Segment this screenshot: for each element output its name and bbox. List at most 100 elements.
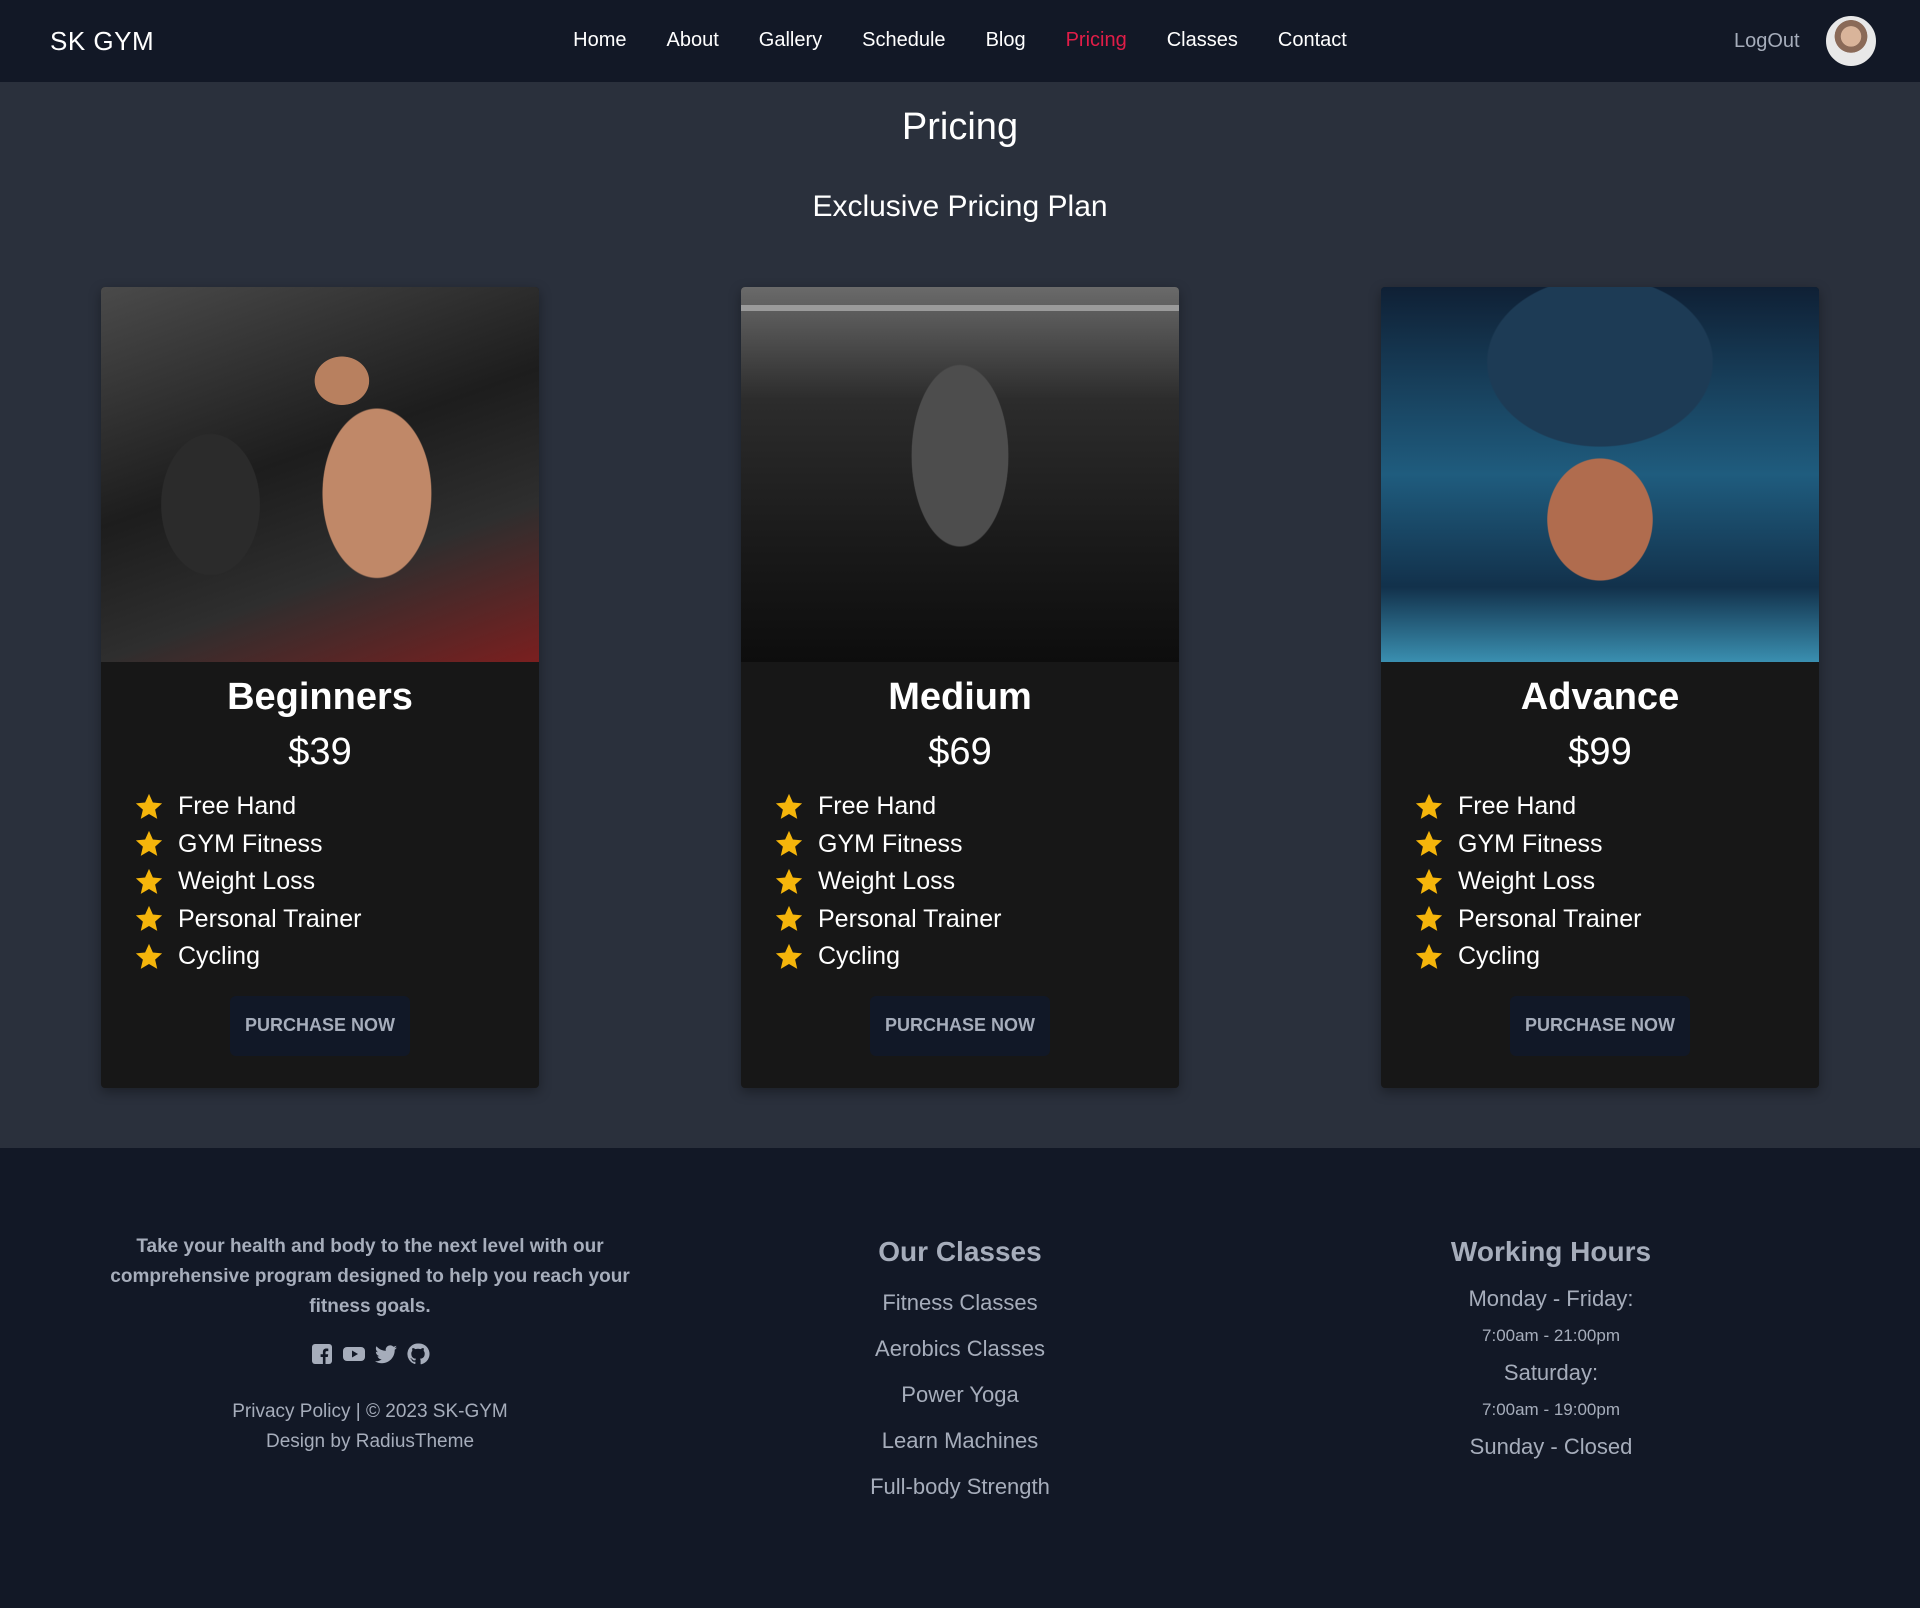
feature-list: Free Hand GYM Fitness Weight Loss Person…: [774, 788, 1179, 976]
feature-item: Cycling: [774, 938, 1179, 976]
feature-item: GYM Fitness: [134, 826, 539, 864]
nav-link-gallery[interactable]: Gallery: [759, 29, 822, 52]
feature-label: Weight Loss: [1458, 867, 1596, 896]
footer-working-hours: Working Hours Monday - Friday: 7:00am - …: [1351, 1236, 1751, 1466]
feature-item: Cycling: [134, 938, 539, 976]
feature-label: Personal Trainer: [1458, 904, 1642, 933]
feature-item: Weight Loss: [1414, 863, 1819, 901]
footer-classes: Our Classes Fitness Classes Aerobics Cla…: [760, 1236, 1160, 1510]
feature-item: Free Hand: [134, 788, 539, 826]
nav-link-blog[interactable]: Blog: [986, 29, 1026, 52]
design-credit: Design by RadiusTheme: [265, 1431, 475, 1452]
footer: Take your health and body to the next le…: [0, 1148, 1920, 1608]
feature-label: Cycling: [178, 942, 260, 971]
feature-label: GYM Fitness: [178, 829, 323, 858]
logout-button[interactable]: LogOut: [1734, 30, 1800, 53]
purchase-now-button[interactable]: PURCHASE NOW: [1510, 995, 1690, 1056]
star-icon: [775, 793, 803, 819]
feature-label: Cycling: [1458, 942, 1540, 971]
copyright-text[interactable]: Privacy Policy | © 2023 SK-GYM: [100, 1397, 640, 1427]
feature-label: Cycling: [818, 942, 900, 971]
feature-label: Free Hand: [1458, 792, 1577, 821]
star-icon: [1415, 906, 1443, 932]
saturday-time: 7:00am - 19:00pm: [1482, 1400, 1620, 1419]
plan-name: Advance: [1520, 676, 1680, 718]
star-icon: [775, 868, 803, 894]
feature-label: Weight Loss: [818, 867, 956, 896]
page-subtitle: Exclusive Pricing Plan: [812, 190, 1108, 223]
footer-about-text: Take your health and body to the next le…: [110, 1236, 630, 1317]
page-title: Pricing: [901, 106, 1019, 148]
feature-label: GYM Fitness: [818, 829, 963, 858]
star-icon: [1415, 943, 1443, 969]
feature-label: Free Hand: [178, 792, 297, 821]
feature-item: Cycling: [1414, 938, 1819, 976]
plan-price: $69: [928, 731, 992, 773]
feature-item: Personal Trainer: [1414, 901, 1819, 939]
feature-item: GYM Fitness: [774, 826, 1179, 864]
feature-label: Free Hand: [818, 792, 937, 821]
classes-heading: Our Classes: [878, 1236, 1042, 1267]
saturday-label: Saturday:: [1503, 1360, 1599, 1385]
footer-legal: Privacy Policy | © 2023 SK-GYM Design by…: [100, 1397, 640, 1457]
nav-link-contact[interactable]: Contact: [1278, 29, 1347, 52]
nav-link-about[interactable]: About: [667, 29, 719, 52]
nav-link-pricing[interactable]: Pricing: [1066, 29, 1127, 52]
feature-list: Free Hand GYM Fitness Weight Loss Person…: [134, 788, 539, 976]
weekday-label: Monday - Friday:: [1468, 1286, 1634, 1311]
star-icon: [1415, 793, 1443, 819]
github-icon[interactable]: [406, 1342, 430, 1366]
plan-price: $39: [288, 731, 352, 773]
pricing-card-medium: Medium $69 Free Hand GYM Fitness Weight …: [741, 287, 1179, 1088]
pricing-card-advance: Advance $99 Free Hand GYM Fitness Weight…: [1381, 287, 1819, 1088]
social-links: [310, 1342, 430, 1366]
star-icon: [775, 943, 803, 969]
feature-item: GYM Fitness: [1414, 826, 1819, 864]
plan-photo: [741, 287, 1179, 662]
star-icon: [1415, 831, 1443, 857]
navbar: SK GYM Home About Gallery Schedule Blog …: [0, 0, 1920, 82]
feature-label: GYM Fitness: [1458, 829, 1603, 858]
feature-item: Personal Trainer: [134, 901, 539, 939]
user-avatar[interactable]: [1826, 16, 1876, 66]
purchase-now-button[interactable]: PURCHASE NOW: [230, 995, 410, 1056]
feature-label: Personal Trainer: [818, 904, 1002, 933]
feature-item: Weight Loss: [774, 863, 1179, 901]
feature-list: Free Hand GYM Fitness Weight Loss Person…: [1414, 788, 1819, 976]
sunday-label: Sunday - Closed: [1469, 1434, 1633, 1459]
class-link[interactable]: Aerobics Classes: [760, 1326, 1160, 1372]
class-link[interactable]: Fitness Classes: [760, 1280, 1160, 1326]
star-icon: [1415, 868, 1443, 894]
purchase-now-button[interactable]: PURCHASE NOW: [870, 995, 1050, 1056]
main-menu: Home About Gallery Schedule Blog Pricing…: [0, 29, 1920, 52]
star-icon: [135, 793, 163, 819]
star-icon: [775, 831, 803, 857]
plan-photo: [1381, 287, 1819, 662]
class-link[interactable]: Full-body Strength: [760, 1464, 1160, 1510]
nav-link-schedule[interactable]: Schedule: [862, 29, 945, 52]
star-icon: [135, 831, 163, 857]
feature-item: Free Hand: [774, 788, 1179, 826]
plan-name: Beginners: [227, 676, 413, 718]
plan-photo: [101, 287, 539, 662]
feature-label: Weight Loss: [178, 867, 316, 896]
class-link[interactable]: Learn Machines: [760, 1418, 1160, 1464]
feature-item: Free Hand: [1414, 788, 1819, 826]
pricing-card-beginners: Beginners $39 Free Hand GYM Fitness Weig…: [101, 287, 539, 1088]
star-icon: [135, 943, 163, 969]
weekday-time: 7:00am - 21:00pm: [1482, 1326, 1620, 1345]
class-link[interactable]: Power Yoga: [760, 1372, 1160, 1418]
nav-link-home[interactable]: Home: [573, 29, 626, 52]
feature-label: Personal Trainer: [178, 904, 362, 933]
star-icon: [775, 906, 803, 932]
nav-link-classes[interactable]: Classes: [1167, 29, 1238, 52]
feature-item: Personal Trainer: [774, 901, 1179, 939]
hours-heading: Working Hours: [1450, 1236, 1652, 1267]
twitter-icon[interactable]: [374, 1342, 398, 1366]
plan-name: Medium: [888, 676, 1032, 718]
star-icon: [135, 906, 163, 932]
facebook-icon[interactable]: [310, 1342, 334, 1366]
plan-price: $99: [1568, 731, 1632, 773]
feature-item: Weight Loss: [134, 863, 539, 901]
youtube-icon[interactable]: [342, 1342, 366, 1366]
